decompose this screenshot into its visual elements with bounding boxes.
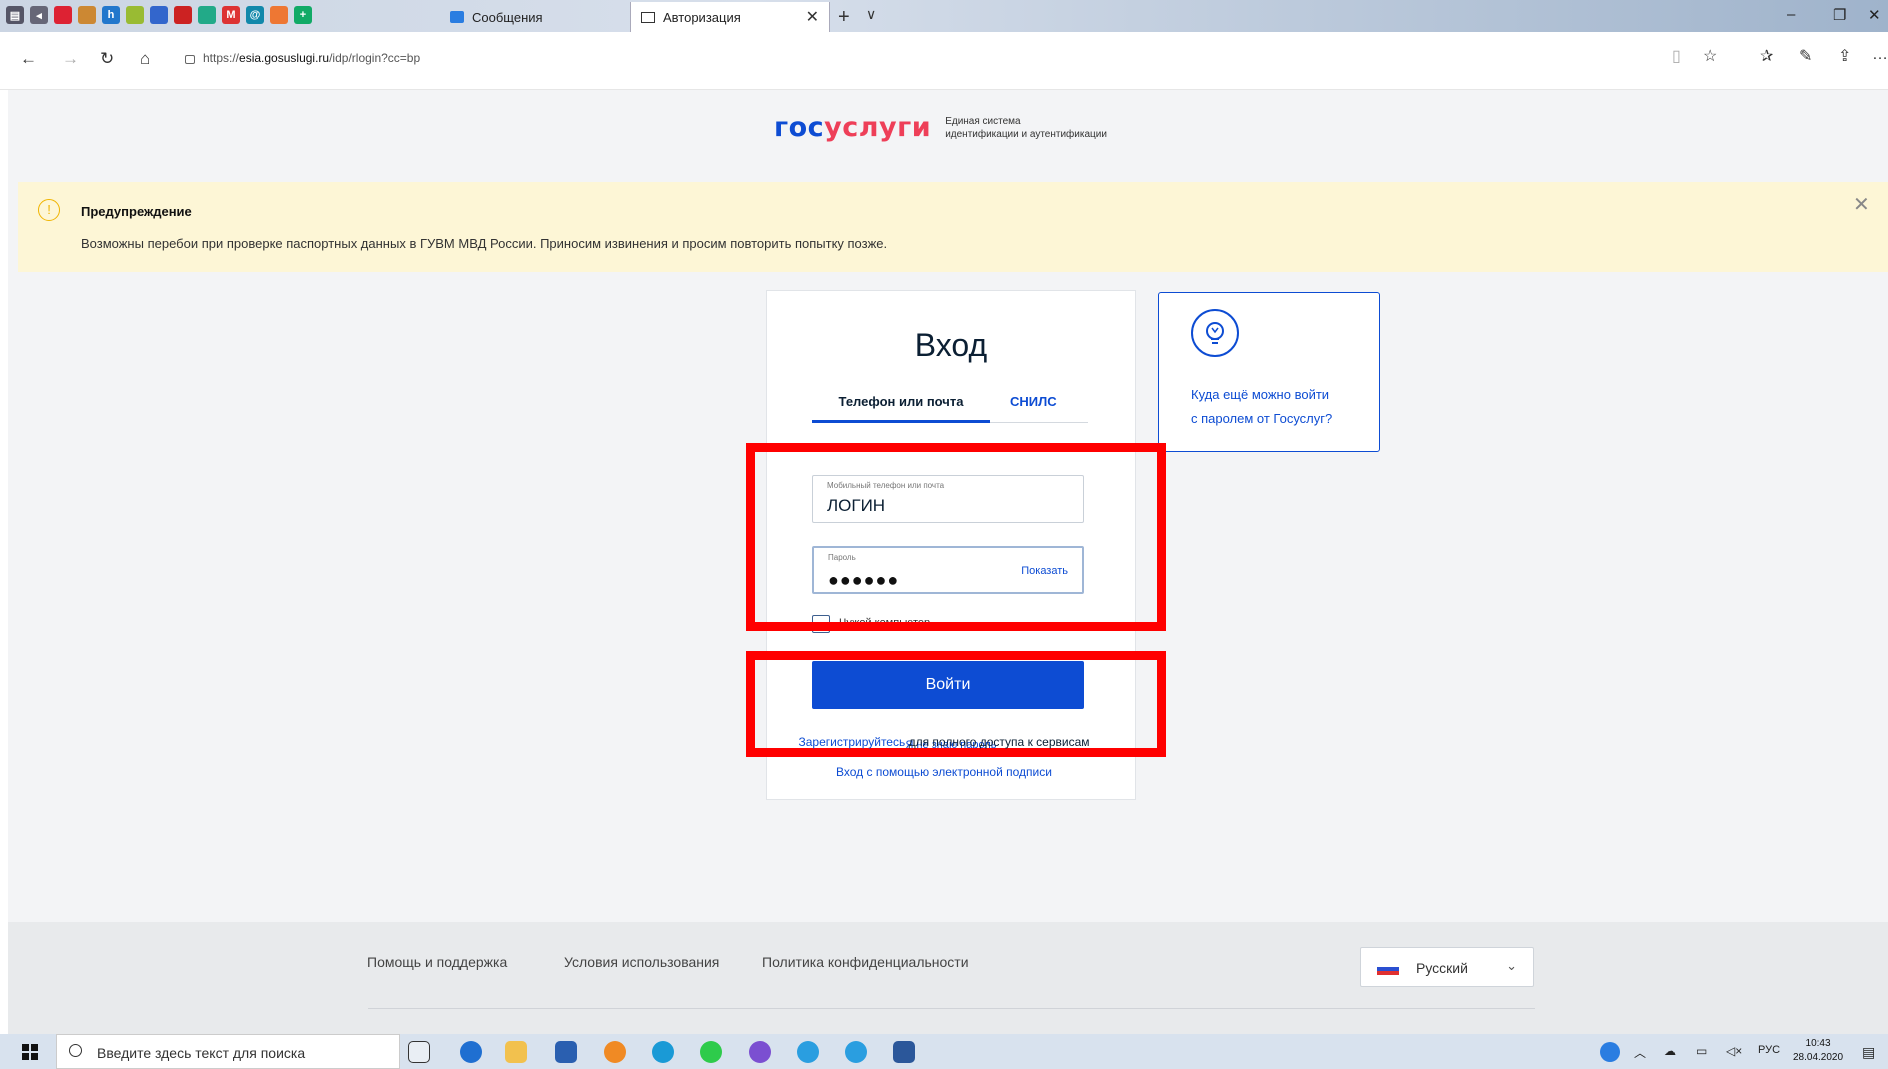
pinned-site-icon[interactable]	[198, 6, 216, 24]
pinned-site-icon[interactable]: h	[102, 6, 120, 24]
save-app-icon[interactable]	[555, 1041, 577, 1063]
volume-icon[interactable]: ◁×	[1726, 1044, 1742, 1058]
esign-login-link[interactable]: Вход с помощью электронной подписи	[0, 765, 1888, 779]
url-field[interactable]: https:// esia.gosuslugi.ru /idp/rlogin?c…	[185, 45, 1735, 71]
russia-flag-icon	[1377, 962, 1399, 975]
help-app-icon[interactable]	[1600, 1042, 1620, 1062]
chevron-up-icon[interactable]: ︿	[1634, 1044, 1646, 1061]
taskbar-search-input[interactable]: Введите здесь текст для поиска	[56, 1034, 400, 1069]
word-icon[interactable]	[893, 1041, 915, 1063]
close-icon[interactable]: ✕	[1853, 192, 1870, 217]
firefox-icon[interactable]	[604, 1041, 626, 1063]
taskbar: Введите здесь текст для поиска ︿ ☁ ▭ ◁× …	[0, 1034, 1888, 1069]
tab-snils[interactable]: СНИЛС	[1010, 391, 1057, 413]
reading-view-icon[interactable]: ▯	[1672, 46, 1681, 66]
viber-icon[interactable]	[749, 1041, 771, 1063]
close-icon[interactable]: ✕	[806, 7, 819, 27]
clock[interactable]: 10:43 28.04.2020	[1793, 1037, 1843, 1065]
tab-authorization[interactable]: Авторизация ✕	[630, 2, 830, 32]
more-icon[interactable]: …	[1872, 46, 1888, 64]
forward-icon[interactable]: →	[62, 49, 79, 69]
language-select[interactable]: Русский ⌄	[1360, 947, 1534, 987]
whatsapp-icon[interactable]	[700, 1041, 722, 1063]
where-else-login-card[interactable]: Куда ещё можно войти с паролем от Госуслу…	[1158, 292, 1380, 452]
set-aside-tabs-icon[interactable]: ◂	[30, 6, 48, 24]
gosuslugi-logo[interactable]: госуслуги Единая система идентификации и …	[774, 112, 1107, 143]
chevron-down-icon[interactable]: ∨	[866, 6, 876, 23]
share-icon[interactable]: ⇪	[1838, 46, 1851, 66]
minimize-icon[interactable]: –	[1787, 6, 1795, 23]
browser-tab-strip: ▤ ◂ h M @ + Сообщения Авторизация ✕ + ∨ …	[0, 0, 1888, 32]
tab-actions-icon[interactable]: ▤	[6, 6, 24, 24]
language-indicator[interactable]: РУС	[1758, 1044, 1780, 1056]
footer-divider	[368, 1008, 1535, 1009]
pen-icon[interactable]: ✎	[1799, 46, 1812, 66]
back-icon[interactable]: ←	[20, 49, 37, 69]
url-scheme: https://	[203, 51, 240, 65]
network-icon[interactable]: ▭	[1696, 1044, 1707, 1058]
pinned-site-icon[interactable]	[78, 6, 96, 24]
pinned-site-icon[interactable]	[174, 6, 192, 24]
warning-title: Предупреждение	[81, 204, 192, 219]
where-else-login-text[interactable]: Куда ещё можно войти с паролем от Госуслу…	[1191, 383, 1371, 431]
pinned-site-icon[interactable]: @	[246, 6, 264, 24]
refresh-icon[interactable]: ↻	[100, 49, 114, 69]
file-explorer-icon[interactable]	[505, 1041, 527, 1063]
highlight-credentials	[746, 443, 1166, 631]
logo-word: госуслуги	[774, 112, 932, 143]
login-tabs: Телефон или почта СНИЛС	[812, 391, 1088, 423]
register-text: для полного доступа к сервисам	[905, 735, 1090, 749]
terms-link[interactable]: Условия использования	[564, 954, 719, 970]
favorite-star-icon[interactable]: ☆	[1703, 46, 1717, 66]
pinned-site-icon[interactable]	[270, 6, 288, 24]
restore-icon[interactable]: ❐	[1833, 6, 1846, 24]
pinned-site-icon[interactable]	[150, 6, 168, 24]
notifications-icon[interactable]: ▤	[1862, 1044, 1875, 1061]
tab-title: Авторизация	[663, 9, 741, 25]
close-window-icon[interactable]: ✕	[1868, 6, 1881, 24]
lock-icon	[185, 55, 195, 64]
tab-phone-or-email[interactable]: Телефон или почта	[812, 391, 990, 423]
language-label: Русский	[1416, 960, 1468, 976]
chat-icon	[450, 11, 464, 23]
tab-title: Сообщения	[472, 9, 543, 25]
lightbulb-icon	[1191, 309, 1239, 357]
page-icon	[641, 11, 655, 23]
warning-icon: !	[38, 199, 60, 221]
address-bar: ← → ↻ ⌂ https:// esia.gosuslugi.ru /idp/…	[0, 32, 1888, 90]
gmail-icon[interactable]: M	[222, 6, 240, 24]
logo-subtitle: Единая система идентификации и аутентифик…	[945, 115, 1107, 140]
help-link[interactable]: Помощь и поддержка	[367, 954, 507, 970]
url-path: /idp/rlogin?cc=bp	[329, 51, 421, 65]
onedrive-icon[interactable]: ☁	[1664, 1044, 1676, 1058]
search-icon	[69, 1044, 82, 1057]
home-icon[interactable]: ⌂	[140, 49, 150, 69]
privacy-link[interactable]: Политика конфиденциальности	[762, 954, 969, 970]
windows-start-icon[interactable]	[22, 1044, 38, 1060]
pinned-site-icon[interactable]	[54, 6, 72, 24]
register-link[interactable]: Зарегистрируйтесь	[798, 735, 905, 749]
pinned-site-icon[interactable]	[126, 6, 144, 24]
new-tab-icon[interactable]: +	[838, 6, 850, 29]
warning-banner	[18, 182, 1888, 272]
skype-icon[interactable]	[652, 1041, 674, 1063]
task-view-icon[interactable]	[408, 1041, 430, 1063]
url-domain: esia.gosuslugi.ru	[239, 51, 330, 65]
pinned-tabs: ▤ ◂ h M @ +	[6, 6, 312, 24]
taskbar-search-placeholder: Введите здесь текст для поиска	[97, 1045, 306, 1061]
footer: Помощь и поддержка Условия использования…	[8, 922, 1888, 1034]
favorites-icon[interactable]: ✰	[1760, 46, 1773, 66]
telegram-icon[interactable]	[845, 1041, 867, 1063]
edge-icon[interactable]	[460, 1041, 482, 1063]
telegram-icon[interactable]	[797, 1041, 819, 1063]
register-line: Зарегистрируйтесь для полного доступа к …	[0, 735, 1888, 749]
pinned-site-icon[interactable]: +	[294, 6, 312, 24]
warning-text: Возможны перебои при проверке паспортных…	[81, 236, 888, 251]
chevron-down-icon: ⌄	[1506, 958, 1517, 973]
tab-messages[interactable]: Сообщения	[440, 2, 630, 32]
page-title: Вход	[914, 327, 988, 363]
